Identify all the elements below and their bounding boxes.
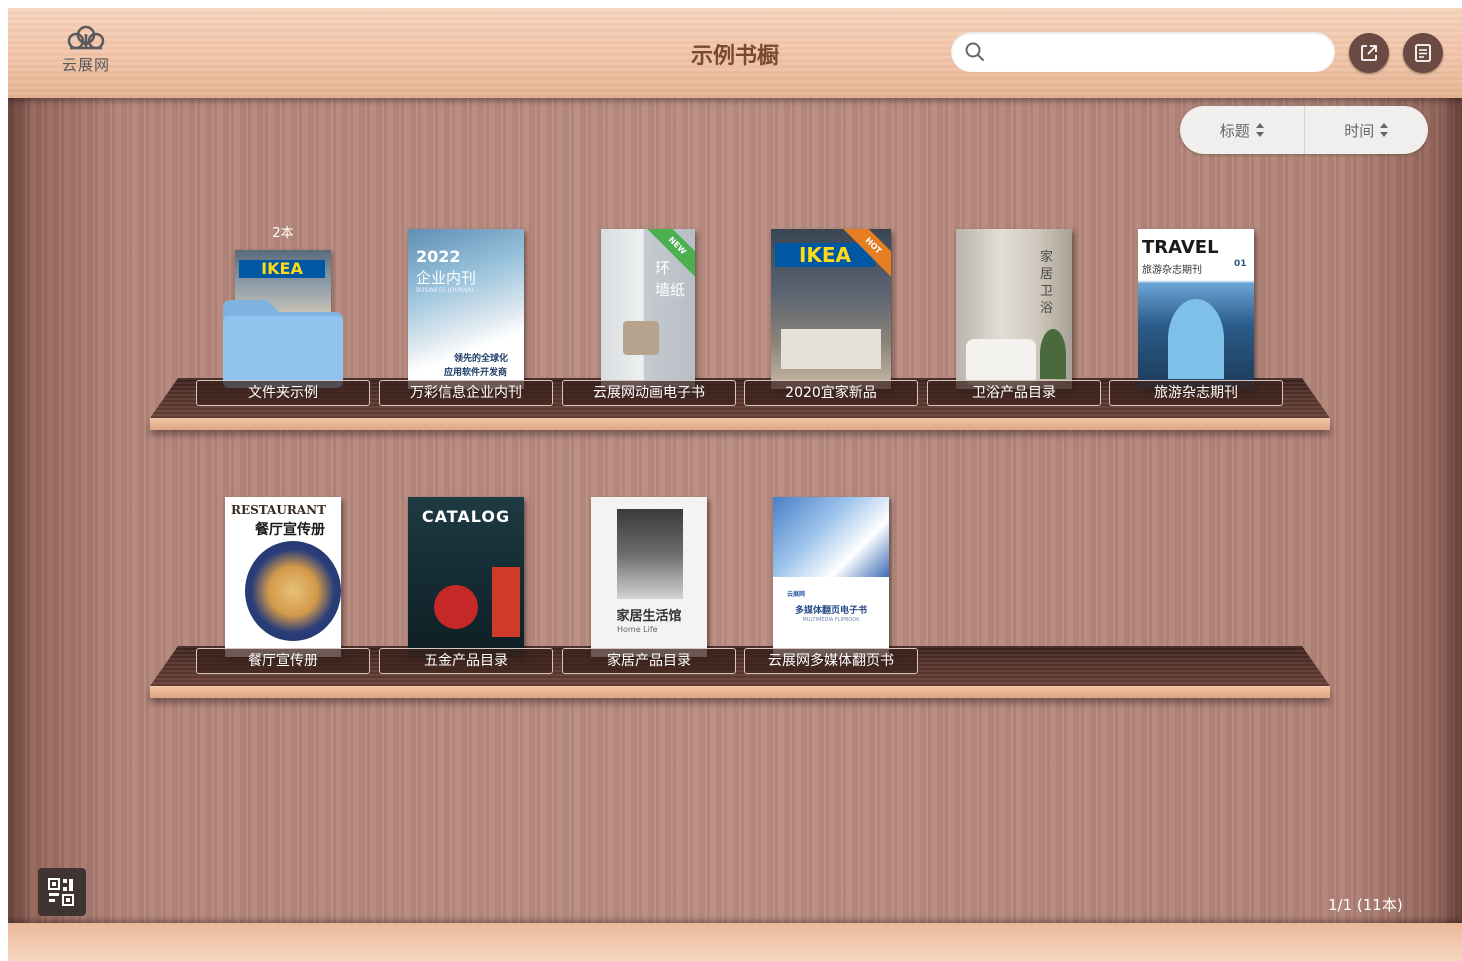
book-label[interactable]: 餐厅宣传册: [196, 648, 370, 674]
sort-arrows-icon: [1255, 123, 1264, 137]
cover-dish: [245, 541, 341, 641]
right-panel-shade: [1438, 98, 1462, 923]
cover-plant: [1040, 329, 1066, 379]
cover-title: 家居卫浴: [1040, 250, 1054, 316]
cover-title: 企业内刊: [416, 269, 477, 287]
cover-issue: 01: [1234, 259, 1247, 269]
sort-arrows-icon: [1380, 123, 1389, 137]
book-cover: 家居生活馆 Home Life: [591, 497, 707, 657]
book-item[interactable]: TRAVEL 旅游杂志期刊 01 旅游杂志期刊: [1108, 226, 1284, 406]
cover-title: RESTAURANT: [231, 503, 327, 517]
cover-title-2: 墙纸: [655, 281, 686, 299]
cover-bathtub: [966, 339, 1036, 385]
search-box[interactable]: [951, 32, 1335, 72]
book-cover: RESTAURANT 餐厅宣传册: [225, 497, 341, 657]
book-item[interactable]: 云展网 多媒体翻页电子书 MULTIMEDIA FLIPBOOK 云展网多媒体翻…: [743, 494, 919, 674]
search-input[interactable]: [995, 38, 1319, 68]
page-indicator: 1/1 (11本): [1328, 896, 1403, 914]
cover-subtitle: 旅游杂志期刊: [1142, 265, 1202, 276]
book-label[interactable]: 云展网动画电子书: [562, 380, 736, 406]
cover-polygons: [773, 497, 889, 577]
cover-side-panel: [492, 567, 520, 637]
book-item[interactable]: 家居生活馆 Home Life 家居产品目录: [561, 494, 737, 674]
cover-room: [617, 509, 683, 599]
list-icon: [1415, 44, 1431, 62]
cover-subtitle: Home Life: [617, 625, 658, 634]
cover-title: TRAVEL: [1142, 237, 1219, 258]
book-label[interactable]: 旅游杂志期刊: [1109, 380, 1283, 406]
book-label[interactable]: 五金产品目录: [379, 648, 553, 674]
book-item[interactable]: 环 墙纸 NEW 云展网动画电子书: [561, 226, 737, 406]
share-icon: [1361, 45, 1377, 61]
cover-tagline: 领先的全球化: [454, 354, 509, 364]
header-bar: 云展网 示例书橱: [8, 8, 1462, 98]
book-cover: TRAVEL 旅游杂志期刊 01: [1138, 229, 1254, 389]
cover-tagline-2: 应用软件开发商: [444, 368, 508, 378]
book-cover: 家居卫浴: [956, 229, 1072, 389]
left-panel-shade: [8, 98, 32, 923]
cover-title: 多媒体翻页电子书: [794, 606, 867, 616]
cover-tool: [434, 585, 478, 629]
folder-preview-brand: IKEA: [239, 260, 325, 278]
cover-chair: [623, 321, 659, 355]
qr-code-icon: [48, 878, 74, 906]
cover-title: CATALOG: [421, 507, 511, 526]
cover-subtitle: BUSINESS JOURNAL: [416, 287, 475, 294]
book-item[interactable]: IKEA HOT 2020宜家新品: [743, 226, 919, 406]
book-item[interactable]: CATALOG 五金产品目录: [378, 494, 554, 674]
booklist-button[interactable]: [1403, 33, 1443, 73]
sort-time-label: 时间: [1344, 121, 1375, 140]
book-label[interactable]: 万彩信息企业内刊: [379, 380, 553, 406]
sort-title-label: 标题: [1219, 121, 1250, 140]
shelf-edge: [150, 686, 1330, 698]
book-cover: IKEA HOT: [771, 229, 891, 389]
book-cover: 环 墙纸 NEW: [601, 229, 695, 389]
book-label[interactable]: 云展网多媒体翻页书: [744, 648, 918, 674]
folder-count-badge: 2本: [272, 226, 294, 241]
book-label[interactable]: 文件夹示例: [196, 380, 370, 406]
cover-title: 环: [655, 259, 671, 277]
cover-brand: 云展网: [787, 591, 806, 598]
sort-by-title-button[interactable]: 标题: [1180, 106, 1305, 154]
footer-bar: [8, 923, 1462, 961]
cover-subtitle: 餐厅宣传册: [255, 522, 325, 538]
cover-title: 家居生活馆: [616, 609, 682, 624]
cover-sea-arch: [1168, 299, 1224, 379]
folder-icon: [223, 300, 343, 388]
cover-subtitle: MULTIMEDIA FLIPBOOK: [802, 617, 860, 623]
qr-code-button[interactable]: [38, 868, 86, 916]
cover-bed: [781, 329, 881, 369]
book-item-folder[interactable]: 2本 IKEA 文件夹示例: [195, 226, 371, 406]
bookcase-window: 云展网 示例书橱 标题 时间 2本 IKEA 文件夹示例 2022 企业内刊 B…: [8, 8, 1462, 961]
search-icon[interactable]: [965, 42, 985, 62]
cover-year: 2022: [416, 247, 461, 266]
sort-toggle-group: 标题 时间: [1180, 106, 1428, 154]
book-cover: 云展网 多媒体翻页电子书 MULTIMEDIA FLIPBOOK: [773, 497, 889, 657]
book-item[interactable]: 家居卫浴 卫浴产品目录: [926, 226, 1102, 406]
book-label[interactable]: 2020宜家新品: [744, 380, 918, 406]
book-item[interactable]: 2022 企业内刊 BUSINESS JOURNAL 领先的全球化 应用软件开发…: [378, 226, 554, 406]
sort-by-time-button[interactable]: 时间: [1305, 106, 1429, 154]
book-cover: 2022 企业内刊 BUSINESS JOURNAL 领先的全球化 应用软件开发…: [408, 229, 524, 389]
book-item[interactable]: RESTAURANT 餐厅宣传册 餐厅宣传册: [195, 494, 371, 674]
book-label[interactable]: 家居产品目录: [562, 648, 736, 674]
book-label[interactable]: 卫浴产品目录: [927, 380, 1101, 406]
book-cover: CATALOG: [408, 497, 524, 657]
share-button[interactable]: [1349, 33, 1389, 73]
shelf-edge: [150, 418, 1330, 430]
